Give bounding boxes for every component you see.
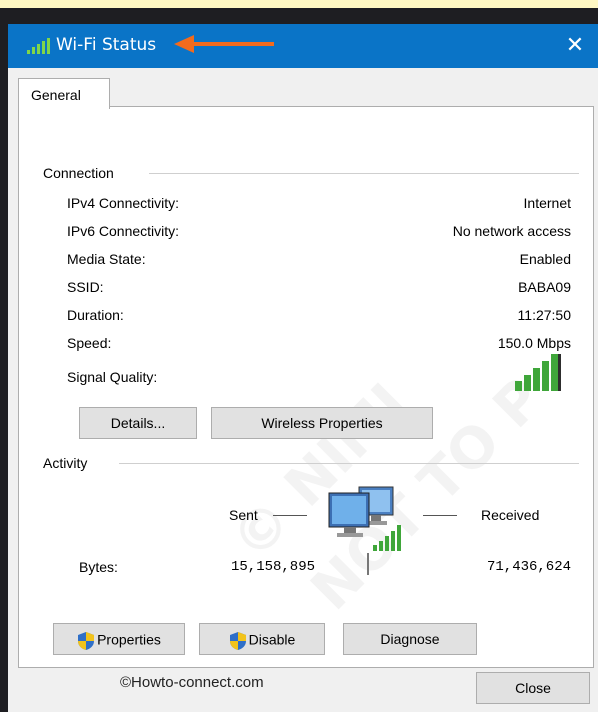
disable-button-label: Disable: [248, 631, 296, 648]
tab-general[interactable]: General: [18, 78, 110, 109]
received-dash: [423, 515, 457, 516]
properties-button[interactable]: Properties: [53, 623, 185, 655]
window-title: Wi-Fi Status: [56, 35, 157, 55]
title-bar[interactable]: Wi-Fi Status ✕: [8, 24, 598, 68]
signal-bars-icon: [27, 38, 50, 54]
ipv4-value: Internet: [523, 195, 571, 211]
close-button-label: Close: [515, 680, 551, 696]
details-button-label: Details...: [110, 415, 166, 431]
activity-group-label: Activity: [43, 455, 94, 471]
duration-label: Duration:: [67, 307, 124, 323]
properties-button-label: Properties: [97, 631, 161, 648]
close-window-button[interactable]: ✕: [552, 24, 598, 68]
wifi-status-dialog: Wi-Fi Status ✕ General © NIMI NOT TO P C…: [8, 24, 598, 712]
diagnose-button[interactable]: Diagnose: [343, 623, 477, 655]
annotation-arrow-icon: [174, 35, 274, 53]
sent-dash: [273, 515, 307, 516]
tab-general-label: General: [31, 87, 81, 103]
connection-group-label: Connection: [43, 165, 120, 181]
footer-credit: ©Howto-connect.com: [120, 674, 264, 691]
shield-icon: [229, 632, 246, 650]
ipv6-value: No network access: [452, 223, 571, 239]
ipv4-label: IPv4 Connectivity:: [67, 195, 180, 211]
bytes-received-value: 71,436,624: [486, 559, 571, 575]
speed-label: Speed:: [67, 335, 112, 351]
signal-quality-label: Signal Quality:: [67, 369, 158, 385]
sent-label: Sent: [229, 507, 258, 523]
ssid-value: BABA09: [518, 279, 571, 295]
media-state-value: Enabled: [519, 251, 571, 267]
disable-button[interactable]: Disable: [199, 623, 325, 655]
bytes-separator: [367, 553, 369, 575]
media-state-label: Media State:: [67, 251, 146, 267]
activity-divider: [119, 463, 579, 464]
connection-divider: [149, 173, 579, 174]
shield-icon: [78, 632, 95, 650]
received-label: Received: [481, 507, 540, 523]
speed-value: 150.0 Mbps: [497, 335, 571, 351]
bytes-sent-value: 15,158,895: [231, 559, 316, 575]
duration-value: 11:27:50: [517, 307, 571, 323]
close-button[interactable]: Close: [476, 672, 590, 704]
signal-quality-icon: [515, 354, 561, 391]
wireless-properties-label: Wireless Properties: [261, 415, 383, 431]
wireless-properties-button[interactable]: Wireless Properties: [211, 407, 433, 439]
tab-panel-general: © NIMI NOT TO P Connection IPv4 Connecti…: [18, 106, 594, 668]
bytes-label: Bytes:: [79, 559, 118, 575]
diagnose-button-label: Diagnose: [380, 631, 440, 647]
network-computers-icon: [328, 486, 401, 551]
ssid-label: SSID:: [67, 279, 104, 295]
ipv6-label: IPv6 Connectivity:: [67, 223, 180, 239]
details-button[interactable]: Details...: [79, 407, 197, 439]
